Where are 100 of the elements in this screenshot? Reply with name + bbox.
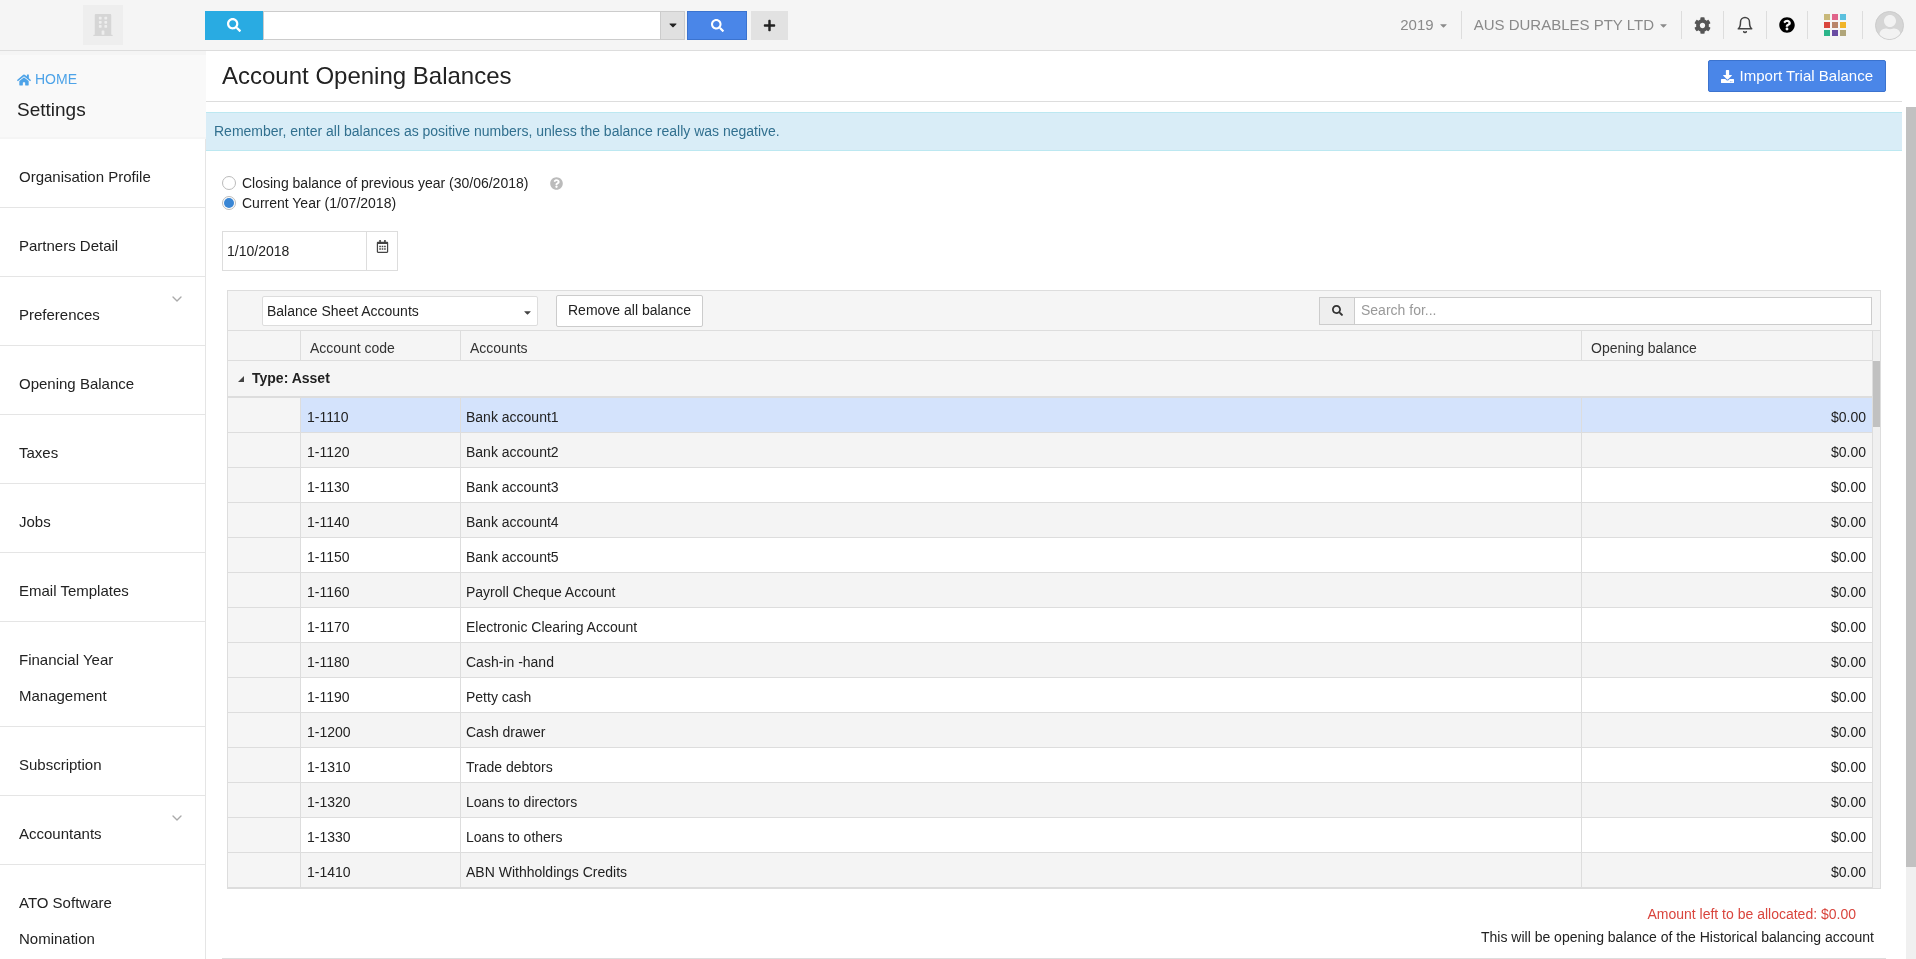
table-cell: Bank account5 <box>461 538 1582 572</box>
table-cell: Bank account1 <box>461 398 1582 432</box>
table-row[interactable]: 1-1160 Payroll Cheque Account $0.00 <box>228 573 1872 608</box>
amount-left-text: Amount left to be allocated: $0.00 <box>1647 905 1856 924</box>
table-cell-text: $0.00 <box>1829 478 1867 497</box>
table-cell: Cash drawer <box>461 713 1582 747</box>
table-cell: Trade debtors <box>461 748 1582 782</box>
sidebar-item[interactable]: Partners Detail <box>0 207 205 277</box>
table-row[interactable]: 1-1410 ABN Withholdings Credits $0.00 <box>228 853 1872 888</box>
sidebar-item[interactable]: Accountants <box>0 795 205 865</box>
account-type-dropdown[interactable]: Balance Sheet Accounts <box>262 295 538 326</box>
table-cell-text: $0.00 <box>1829 618 1867 637</box>
dropdown-button[interactable] <box>661 10 685 40</box>
table-cell-text: $0.00 <box>1829 548 1867 567</box>
sidebar-item[interactable]: Email Templates <box>0 552 205 622</box>
table-cell: 1-1140 <box>301 503 461 537</box>
search-button[interactable] <box>687 10 747 40</box>
sidebar-item[interactable]: Taxes <box>0 414 205 484</box>
table-cell: 1-1330 <box>301 818 461 852</box>
table-cell: Petty cash <box>461 678 1582 712</box>
sidebar-item[interactable]: Opening Balance <box>0 345 205 415</box>
table-cell-text: $0.00 <box>1829 793 1867 812</box>
table-cell: 1-1120 <box>301 433 461 467</box>
table-row[interactable]: 1-1110 Bank account1 $0.00 <box>228 398 1872 433</box>
table-row[interactable]: 1-1170 Electronic Clearing Account $0.00 <box>228 608 1872 643</box>
table-row[interactable]: 1-1330 Loans to others $0.00 <box>228 818 1872 853</box>
sidebar-item[interactable]: Preferences <box>0 276 205 346</box>
table-cell: Bank account3 <box>461 468 1582 502</box>
search-icon <box>227 18 241 32</box>
scrollbar-thumb[interactable] <box>1906 107 1916 867</box>
radio-option[interactable]: Closing balance of previous year (30/06/2018) <box>222 173 564 193</box>
help-icon[interactable] <box>1779 17 1795 33</box>
table-cell: Cash-in -hand <box>461 643 1582 677</box>
table-cell: 1-1130 <box>301 468 461 502</box>
table-cell: 1-1150 <box>301 538 461 572</box>
logo-icon <box>82 5 123 45</box>
add-button[interactable] <box>751 10 788 40</box>
info-banner: Remember, enter all balances as positive numbers, unless the balance really was negative. <box>206 112 1902 151</box>
notification-icon[interactable] <box>1736 16 1754 34</box>
table-cell-text: $0.00 <box>1829 653 1867 672</box>
plus-icon <box>763 18 776 32</box>
table-cell-text: $0.00 <box>1829 513 1867 532</box>
calendar-icon <box>375 240 389 253</box>
table-cell: 1-1170 <box>301 608 461 642</box>
table-cell: ABN Withholdings Credits <box>461 853 1582 887</box>
remove-all-button[interactable]: Remove all balance <box>556 294 703 327</box>
sidebar-title: Settings <box>17 98 87 122</box>
table-cell-text: $0.00 <box>1829 863 1867 882</box>
import-button[interactable]: Import Trial Balance <box>1707 60 1886 92</box>
table-cell: 1-1160 <box>301 573 461 607</box>
settings-icon[interactable] <box>1694 16 1711 34</box>
table-cell-text: $0.00 <box>1829 443 1867 462</box>
table-row[interactable]: 1-1120 Bank account2 $0.00 <box>228 433 1872 468</box>
table-row[interactable]: 1-1200 Cash drawer $0.00 <box>228 713 1872 748</box>
table-row[interactable]: 1-1130 Bank account3 $0.00 <box>228 468 1872 503</box>
table-cell-text: $0.00 <box>1829 758 1867 777</box>
sidebar-item[interactable]: Jobs <box>0 483 205 553</box>
table-cell: Electronic Clearing Account <box>461 608 1582 642</box>
sidebar-item[interactable]: ATO Software Nomination <box>0 864 205 959</box>
page-title: Account Opening Balances <box>222 61 512 91</box>
table-row[interactable]: 1-1140 Bank account4 $0.00 <box>228 503 1872 538</box>
search-icon <box>1331 305 1343 316</box>
apps-grid-icon[interactable] <box>1824 14 1846 36</box>
search-field[interactable] <box>263 10 661 40</box>
search-field[interactable]: Search for... <box>1355 296 1872 325</box>
table-cell: Bank account4 <box>461 503 1582 537</box>
note-text: This will be opening balance of the Historical balancing account <box>1481 928 1874 947</box>
table-cell: 1-1200 <box>301 713 461 747</box>
table-cell: 1-1110 <box>301 398 461 432</box>
table-cell: Payroll Cheque Account <box>461 573 1582 607</box>
table-row[interactable]: 1-1150 Bank account5 $0.00 <box>228 538 1872 573</box>
column-header: Account code <box>301 331 461 360</box>
table-cell: Bank account2 <box>461 433 1582 467</box>
table-cell: 1-1190 <box>301 678 461 712</box>
table-cell-text: $0.00 <box>1829 408 1867 427</box>
table-cell-text: $0.00 <box>1829 828 1867 847</box>
table-row[interactable]: 1-1190 Petty cash $0.00 <box>228 678 1872 713</box>
table-row[interactable]: 1-1180 Cash-in -hand $0.00 <box>228 643 1872 678</box>
table-cell: 1-1320 <box>301 783 461 817</box>
table-row[interactable]: 1-1320 Loans to directors $0.00 <box>228 783 1872 818</box>
table-cell-text: $0.00 <box>1829 723 1867 742</box>
column-header: Accounts <box>461 331 1582 360</box>
download-icon <box>1720 69 1734 83</box>
sidebar-item[interactable]: Financial Year Management <box>0 621 205 727</box>
table-cell: Loans to others <box>461 818 1582 852</box>
collapse-triangle-icon[interactable] <box>238 375 244 382</box>
home-icon <box>17 72 31 87</box>
calendar-button[interactable] <box>367 231 398 271</box>
table-cell-text: $0.00 <box>1829 688 1867 707</box>
table-cell: Loans to directors <box>461 783 1582 817</box>
table-row[interactable]: 1-1310 Trade debtors $0.00 <box>228 748 1872 783</box>
table-cell: 1-1310 <box>301 748 461 782</box>
table-cell: 1-1180 <box>301 643 461 677</box>
table-cell: 1-1410 <box>301 853 461 887</box>
radio-option[interactable]: Current Year (1/07/2018) <box>222 193 397 213</box>
sidebar-item[interactable]: Subscription <box>0 726 205 796</box>
scrollbar-thumb[interactable] <box>1873 361 1880 427</box>
search-icon <box>710 18 724 32</box>
date-field[interactable]: 1/10/2018 <box>222 231 367 271</box>
sidebar-item[interactable]: Organisation Profile <box>0 138 205 208</box>
